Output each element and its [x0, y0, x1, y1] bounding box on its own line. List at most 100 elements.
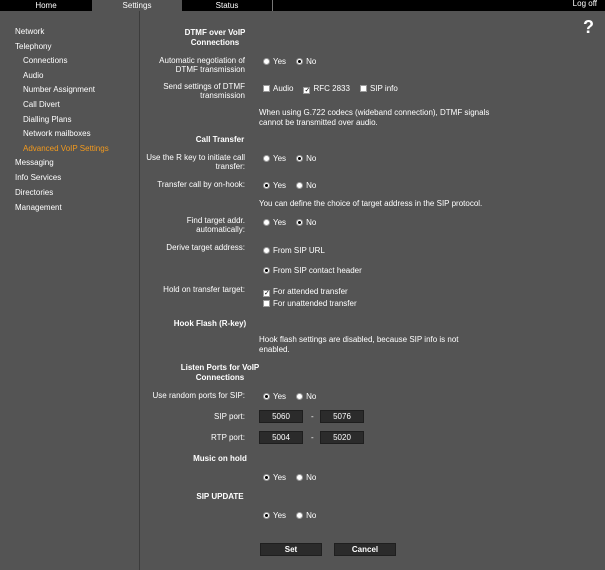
sidebar-item-network[interactable]: Network — [15, 26, 44, 38]
cancel-button[interactable]: Cancel — [334, 543, 396, 556]
sidebar-item-advanced-voip[interactable]: Advanced VoIP Settings — [23, 143, 109, 155]
onhook-radio-group: Yes No — [263, 181, 326, 191]
music-on-hold-yes[interactable]: Yes — [263, 473, 286, 483]
label-auto-negotiation: Automatic negotiation of DTMF transmissi… — [159, 56, 245, 74]
random-ports-radio-group: Yes No — [263, 392, 326, 402]
auto-negotiation-yes[interactable]: Yes — [263, 57, 286, 67]
section-listen-ports-line1: Listen Ports for VoIP — [180, 363, 260, 372]
tab-settings[interactable]: Settings — [92, 0, 182, 11]
option-label: Yes — [273, 181, 287, 190]
radio-selected-icon — [296, 58, 304, 65]
option-label: Yes — [273, 154, 287, 163]
section-hook-flash-title: Hook Flash (R-key) — [173, 319, 247, 328]
auto-negotiation-radio-group: Yes No — [263, 57, 326, 67]
checkbox-unattended[interactable]: For unattended transfer — [263, 299, 357, 309]
dtmf-note-line1: When using G.722 codecs (wideband connec… — [259, 108, 490, 117]
label-sip-port: SIP port: — [214, 412, 245, 421]
sidebar-item-telephony[interactable]: Telephony — [15, 41, 51, 53]
option-label: No — [306, 511, 317, 520]
option-label: For attended transfer — [273, 287, 348, 296]
checkbox-checked-icon: ✓ — [263, 290, 270, 297]
sip-port-to-input[interactable]: 5076 — [320, 410, 364, 423]
help-icon[interactable]: ? — [583, 17, 594, 37]
rtp-port-from-input[interactable]: 5004 — [259, 431, 303, 444]
top-tab-bar: Home Settings Status Log off — [0, 0, 605, 11]
option-label: Yes — [273, 218, 287, 227]
sidebar-item-messaging[interactable]: Messaging — [15, 157, 54, 169]
checkbox-audio[interactable]: Audio — [263, 84, 293, 94]
rkey-radio-group: Yes No — [263, 154, 326, 164]
label-rkey-transfer: Use the R key to initiate call transfer: — [146, 153, 245, 171]
find-target-no[interactable]: No — [296, 218, 316, 228]
sip-update-no[interactable]: No — [296, 511, 316, 521]
option-label: Audio — [273, 84, 294, 93]
logoff-link[interactable]: Log off — [573, 0, 597, 11]
radio-icon — [263, 247, 270, 254]
label-auto-negotiation-line2: DTMF transmission — [175, 65, 245, 74]
rtp-port-dash: - — [311, 433, 314, 442]
tab-status[interactable]: Status — [182, 0, 272, 11]
checkbox-attended[interactable]: ✓ For attended transfer — [263, 287, 348, 297]
radio-selected-icon — [263, 512, 270, 519]
radio-icon — [263, 58, 270, 65]
rtp-port-to-input[interactable]: 5020 — [320, 431, 364, 444]
set-button[interactable]: Set — [260, 543, 322, 556]
sidebar-item-number-assignment[interactable]: Number Assignment — [23, 84, 95, 96]
random-ports-no[interactable]: No — [296, 392, 316, 402]
sidebar-item-call-divert[interactable]: Call Divert — [23, 99, 60, 111]
label-send-settings-line1: Send settings of DTMF — [163, 82, 245, 91]
sidebar-item-audio[interactable]: Audio — [23, 70, 43, 82]
sidebar: Network Telephony Connections Audio Numb… — [0, 11, 140, 570]
checkbox-sipinfo[interactable]: SIP info — [359, 84, 398, 94]
hook-flash-note-line1: Hook flash settings are disabled, becaus… — [259, 335, 459, 344]
find-target-yes[interactable]: Yes — [263, 218, 286, 228]
label-send-settings-line2: transmission — [200, 91, 245, 100]
music-on-hold-no[interactable]: No — [296, 473, 316, 483]
derive-sip-url[interactable]: From SIP URL — [263, 246, 325, 256]
label-find-target: Find target addr. automatically: — [187, 216, 245, 234]
transfer-note: You can define the choice of target addr… — [259, 199, 483, 208]
tab-home[interactable]: Home — [0, 0, 92, 11]
sidebar-item-info-services[interactable]: Info Services — [15, 172, 61, 184]
section-dtmf-title: DTMF over VoIP Connections — [150, 28, 280, 48]
option-label: From SIP contact header — [273, 266, 362, 275]
sip-port-from-input[interactable]: 5060 — [259, 410, 303, 423]
radio-icon — [263, 219, 270, 226]
radio-icon — [296, 182, 304, 189]
tab-divider — [272, 0, 273, 11]
rkey-yes[interactable]: Yes — [263, 154, 286, 164]
sip-update-yes[interactable]: Yes — [263, 511, 286, 521]
label-auto-negotiation-line1: Automatic negotiation of — [159, 56, 245, 65]
sidebar-item-directories[interactable]: Directories — [15, 187, 53, 199]
random-ports-yes[interactable]: Yes — [263, 392, 286, 402]
find-target-radio-group: Yes No — [263, 218, 326, 228]
checkbox-icon — [263, 85, 270, 92]
option-label: No — [306, 181, 317, 190]
option-label: No — [306, 218, 317, 227]
label-find-target-line1: Find target addr. — [186, 216, 245, 225]
sidebar-item-dialling-plans[interactable]: Dialling Plans — [23, 114, 71, 126]
sidebar-item-management[interactable]: Management — [15, 202, 62, 214]
option-label: No — [306, 57, 317, 66]
checkbox-icon — [263, 300, 270, 307]
onhook-no[interactable]: No — [296, 181, 316, 191]
label-onhook-transfer: Transfer call by on-hook: — [157, 180, 245, 189]
radio-selected-icon — [296, 155, 304, 162]
onhook-yes[interactable]: Yes — [263, 181, 286, 191]
option-label: SIP info — [369, 84, 398, 93]
dtmf-note-line2: cannot be transmitted over audio. — [259, 118, 378, 127]
auto-negotiation-no[interactable]: No — [296, 57, 316, 67]
radio-icon — [296, 512, 304, 519]
sidebar-item-network-mailboxes[interactable]: Network mailboxes — [23, 128, 91, 140]
hook-flash-note-line2: enabled. — [259, 345, 290, 354]
derive-sip-contact[interactable]: From SIP contact header — [263, 266, 362, 276]
radio-selected-icon — [263, 182, 270, 189]
option-label: From SIP URL — [273, 246, 325, 255]
label-hold-transfer: Hold on transfer target: — [163, 285, 245, 294]
checkbox-rfc2833[interactable]: ✓ RFC 2833 — [303, 84, 350, 94]
music-on-hold-radio-group: Yes No — [263, 473, 326, 483]
sidebar-item-connections[interactable]: Connections — [23, 55, 67, 67]
radio-selected-icon — [296, 219, 304, 226]
sip-update-radio-group: Yes No — [263, 511, 326, 521]
rkey-no[interactable]: No — [296, 154, 316, 164]
